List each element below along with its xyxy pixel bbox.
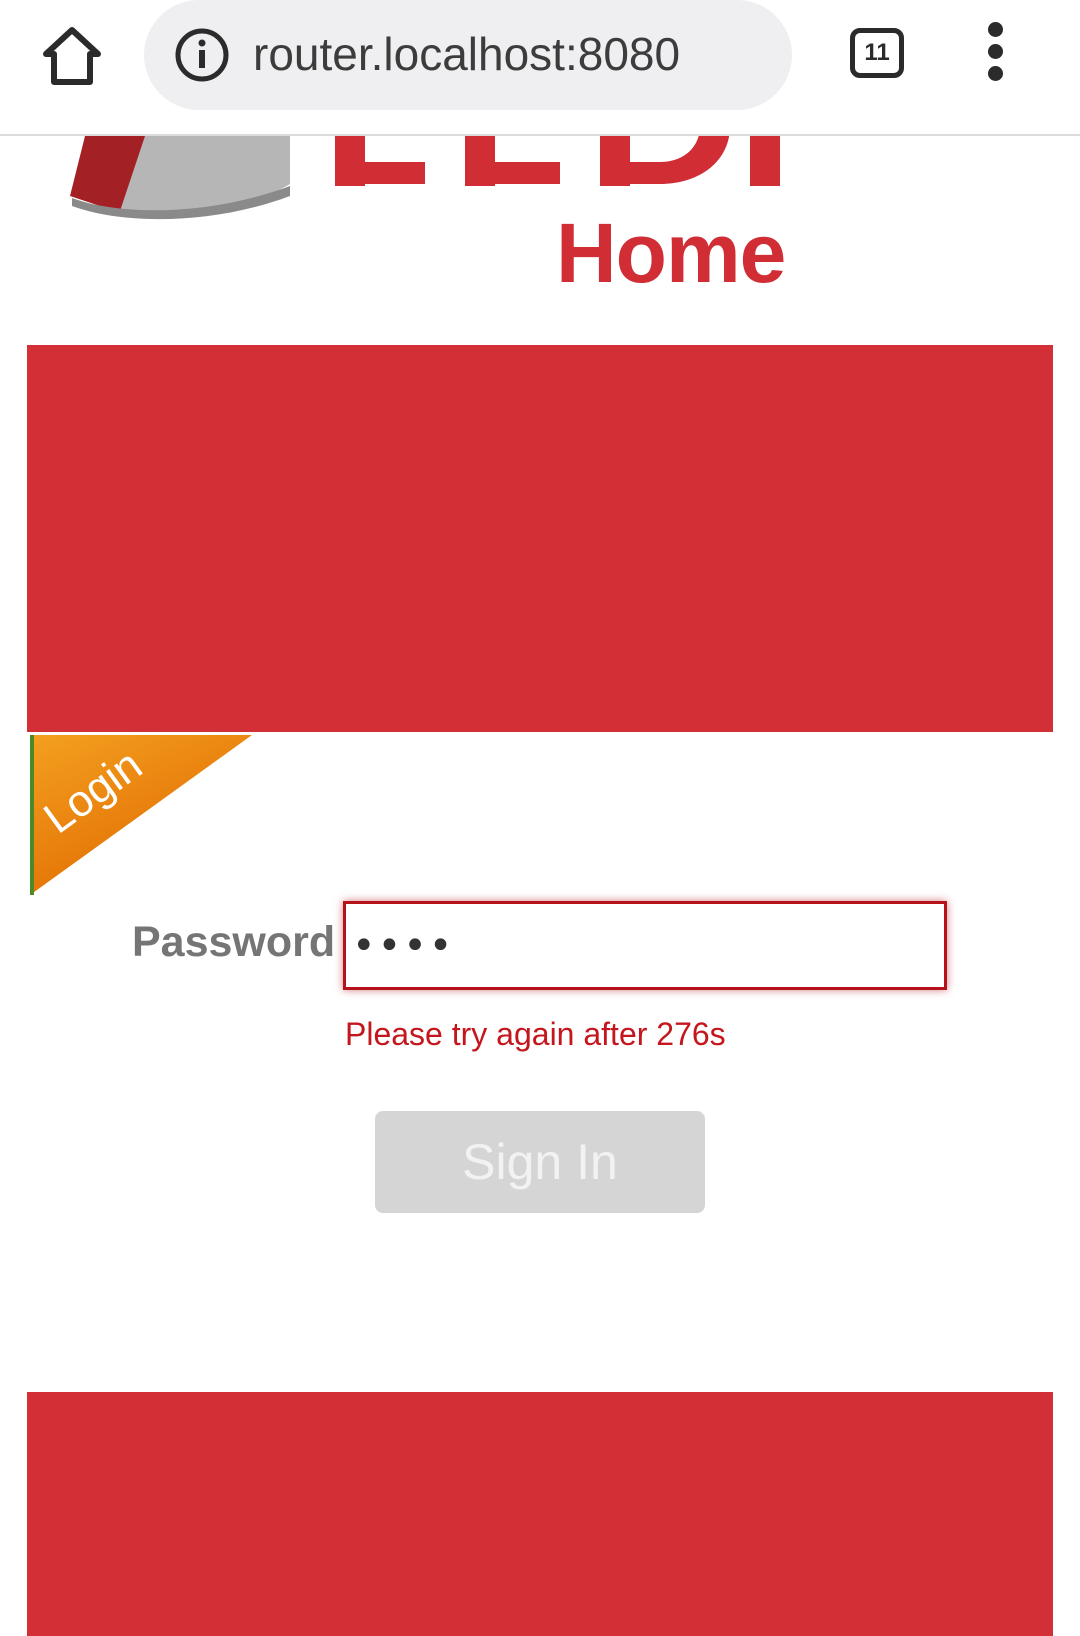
home-icon[interactable] [38,22,106,90]
error-message: Please try again after 276s [345,1016,726,1052]
sign-in-button[interactable]: Sign In [375,1111,705,1213]
browser-toolbar: router.localhost:8080 11 [0,0,1080,136]
brand-home-text: Home [556,206,786,300]
password-label: Password [132,918,336,966]
tab-switcher-button[interactable]: 11 [850,28,904,78]
top-banner [27,345,1053,732]
info-icon[interactable] [174,27,230,83]
address-bar[interactable]: router.localhost:8080 [144,0,792,110]
url-text: router.localhost:8080 [253,28,681,80]
more-options-icon[interactable] [976,22,1016,82]
bottom-banner [27,1392,1053,1636]
login-ribbon: Login [30,735,252,895]
tab-count: 11 [864,39,890,66]
password-input[interactable] [343,901,947,990]
